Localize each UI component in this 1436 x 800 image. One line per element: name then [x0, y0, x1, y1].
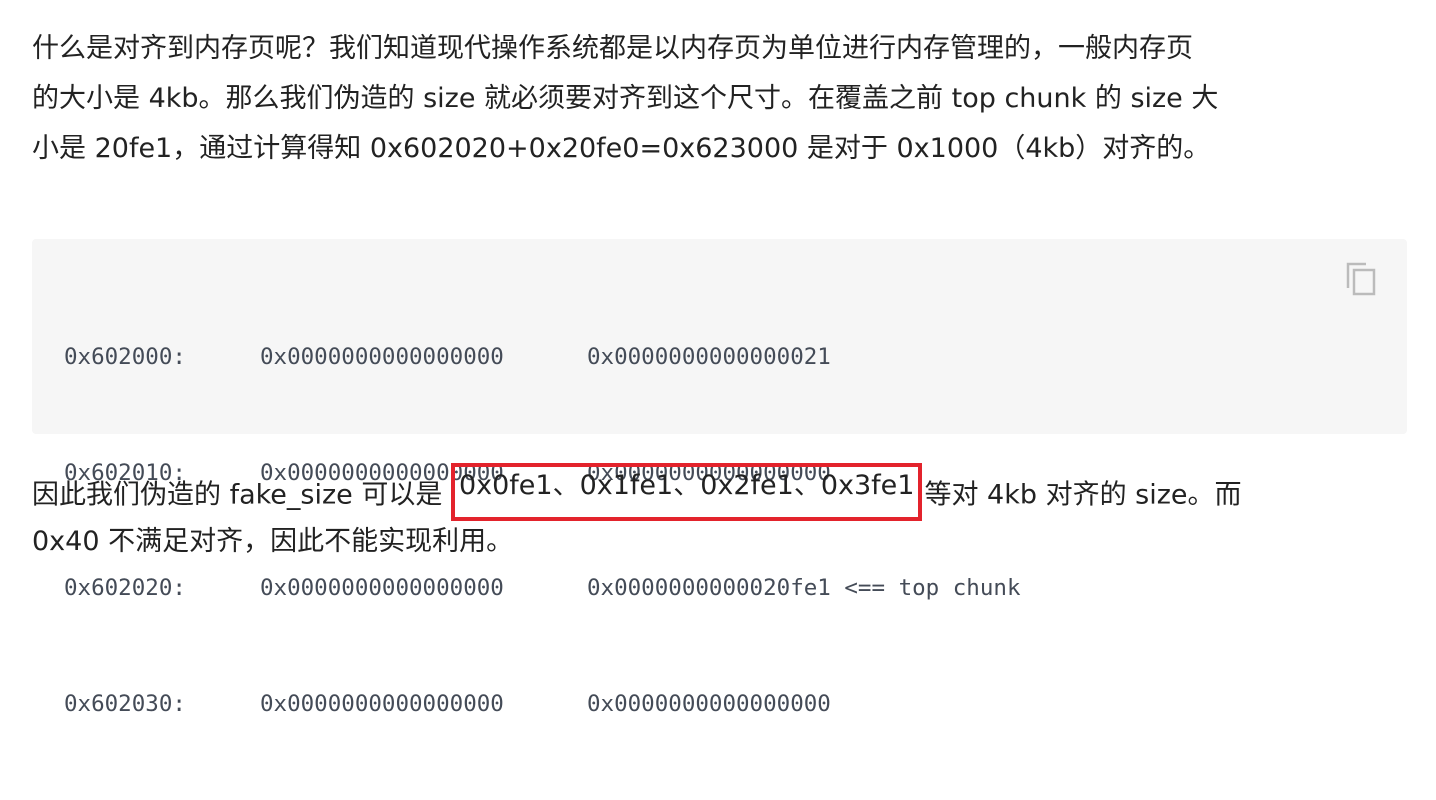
code-annotation: <== top chunk [830, 575, 1021, 601]
code-word-1: 0x0000000000000000 [260, 690, 504, 717]
intro-paragraph: 什么是对齐到内存页呢？我们知道现代操作系统都是以内存页为单位进行内存管理的，一般… [32, 24, 1218, 174]
article-content: 什么是对齐到内存页呢？我们知道现代操作系统都是以内存页为单位进行内存管理的，一般… [0, 0, 1436, 717]
code-line: 0x602020: 0x0000000000000000 0x00000000000… [64, 569, 1021, 608]
code-word-2: 0x0000000000020fe1 [587, 575, 831, 601]
conclusion-text-before: 因此我们伪造的 fake_size 可以是 [32, 479, 451, 511]
code-word-1: 0x0000000000000000 [260, 575, 504, 601]
highlighted-sizes: 0x0fe1、0x1fe1、0x2fe1、0x3fe1 [450, 463, 923, 521]
code-address: 0x602020: [64, 575, 186, 601]
code-word-1: 0x0000000000000000 [260, 344, 504, 370]
intro-line-3: 小是 20fe1，通过计算得知 0x602020+0x20fe0=0x62300… [32, 133, 1211, 164]
conclusion-paragraph: 因此我们伪造的 fake_size 可以是 0x0fe1、0x1fe1、0x2f… [32, 463, 1242, 567]
conclusion-line-1: 因此我们伪造的 fake_size 可以是 0x0fe1、0x1fe1、0x2f… [32, 463, 1242, 521]
code-line: 0x602030: 0x0000000000000000 0x00000000000… [64, 685, 1021, 724]
code-line: 0x602000: 0x0000000000000000 0x00000000000… [64, 338, 1021, 377]
intro-line-1: 什么是对齐到内存页呢？我们知道现代操作系统都是以内存页为单位进行内存管理的，一般… [32, 33, 1193, 64]
code-word-2: 0x0000000000000000 [587, 690, 831, 717]
code-address: 0x602030: [64, 690, 186, 717]
code-block[interactable]: 0x602000: 0x0000000000000000 0x00000000000… [32, 239, 1407, 717]
code-word-2: 0x0000000000000021 [587, 344, 831, 370]
conclusion-text-after: 等对 4kb 对齐的 size。而 [924, 479, 1242, 511]
conclusion-line-2: 0x40 不满足对齐，因此不能实现利用。 [32, 526, 514, 557]
code-address: 0x602000: [64, 344, 186, 370]
copy-icon [1346, 262, 1376, 296]
intro-line-2: 的大小是 4kb。那么我们伪造的 size 就必须要对齐到这个尺寸。在覆盖之前 … [32, 83, 1219, 114]
copy-button[interactable] [1345, 261, 1377, 297]
